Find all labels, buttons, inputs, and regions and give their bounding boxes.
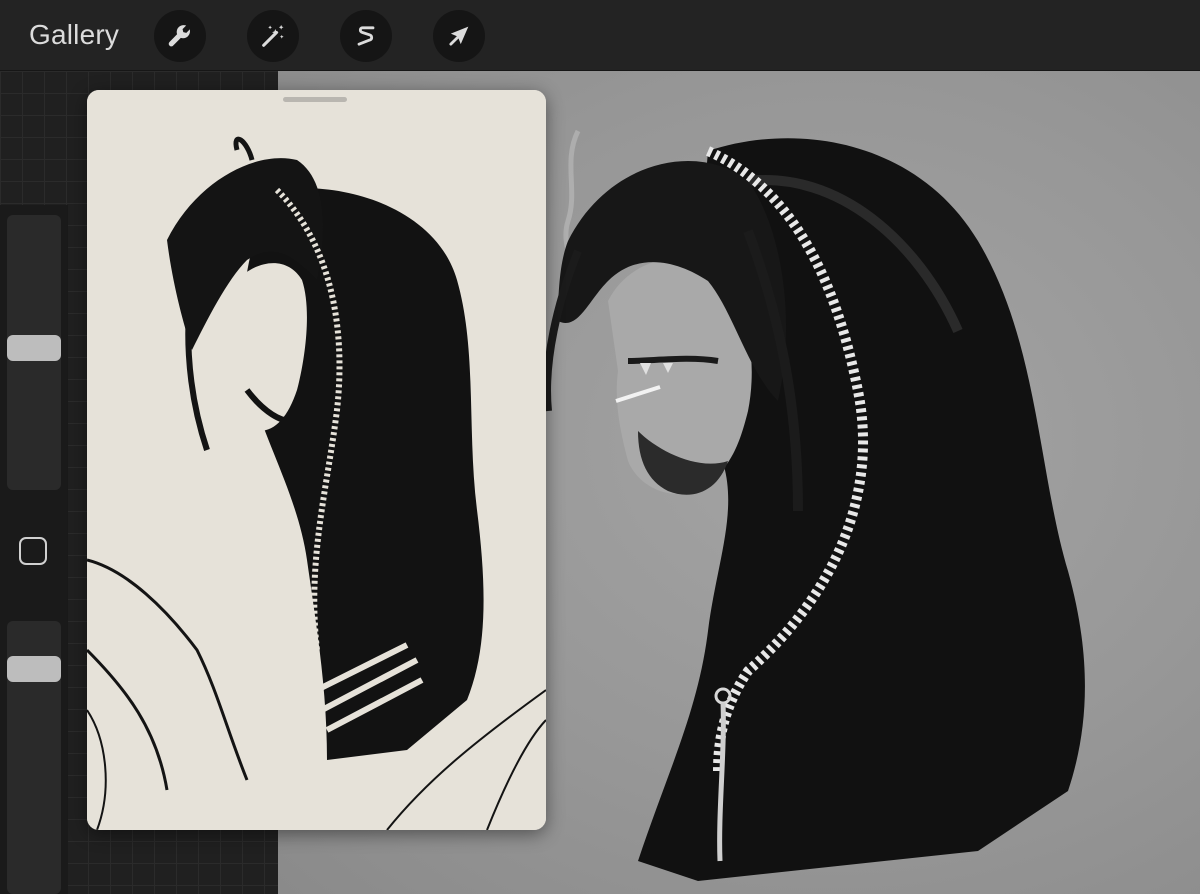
arrow-cursor-icon bbox=[449, 26, 469, 46]
brush-size-slider-handle[interactable] bbox=[7, 334, 61, 361]
brush-size-slider[interactable] bbox=[7, 215, 61, 490]
selection-button[interactable] bbox=[340, 10, 392, 62]
magic-wand-icon bbox=[262, 24, 284, 47]
top-toolbar: Gallery bbox=[0, 0, 1200, 71]
opacity-slider[interactable] bbox=[7, 621, 61, 894]
actions-button[interactable] bbox=[154, 10, 206, 62]
brush-sidebar bbox=[0, 205, 68, 894]
modify-button[interactable] bbox=[19, 537, 47, 565]
adjustments-button[interactable] bbox=[247, 10, 299, 62]
transform-button[interactable] bbox=[433, 10, 485, 62]
selection-s-icon bbox=[357, 26, 375, 46]
reference-drag-handle[interactable] bbox=[283, 97, 347, 102]
reference-window[interactable] bbox=[87, 90, 546, 830]
wrench-icon bbox=[168, 25, 191, 47]
opacity-slider-handle[interactable] bbox=[7, 655, 61, 682]
gallery-button[interactable]: Gallery bbox=[29, 18, 119, 52]
reference-image bbox=[87, 90, 546, 830]
